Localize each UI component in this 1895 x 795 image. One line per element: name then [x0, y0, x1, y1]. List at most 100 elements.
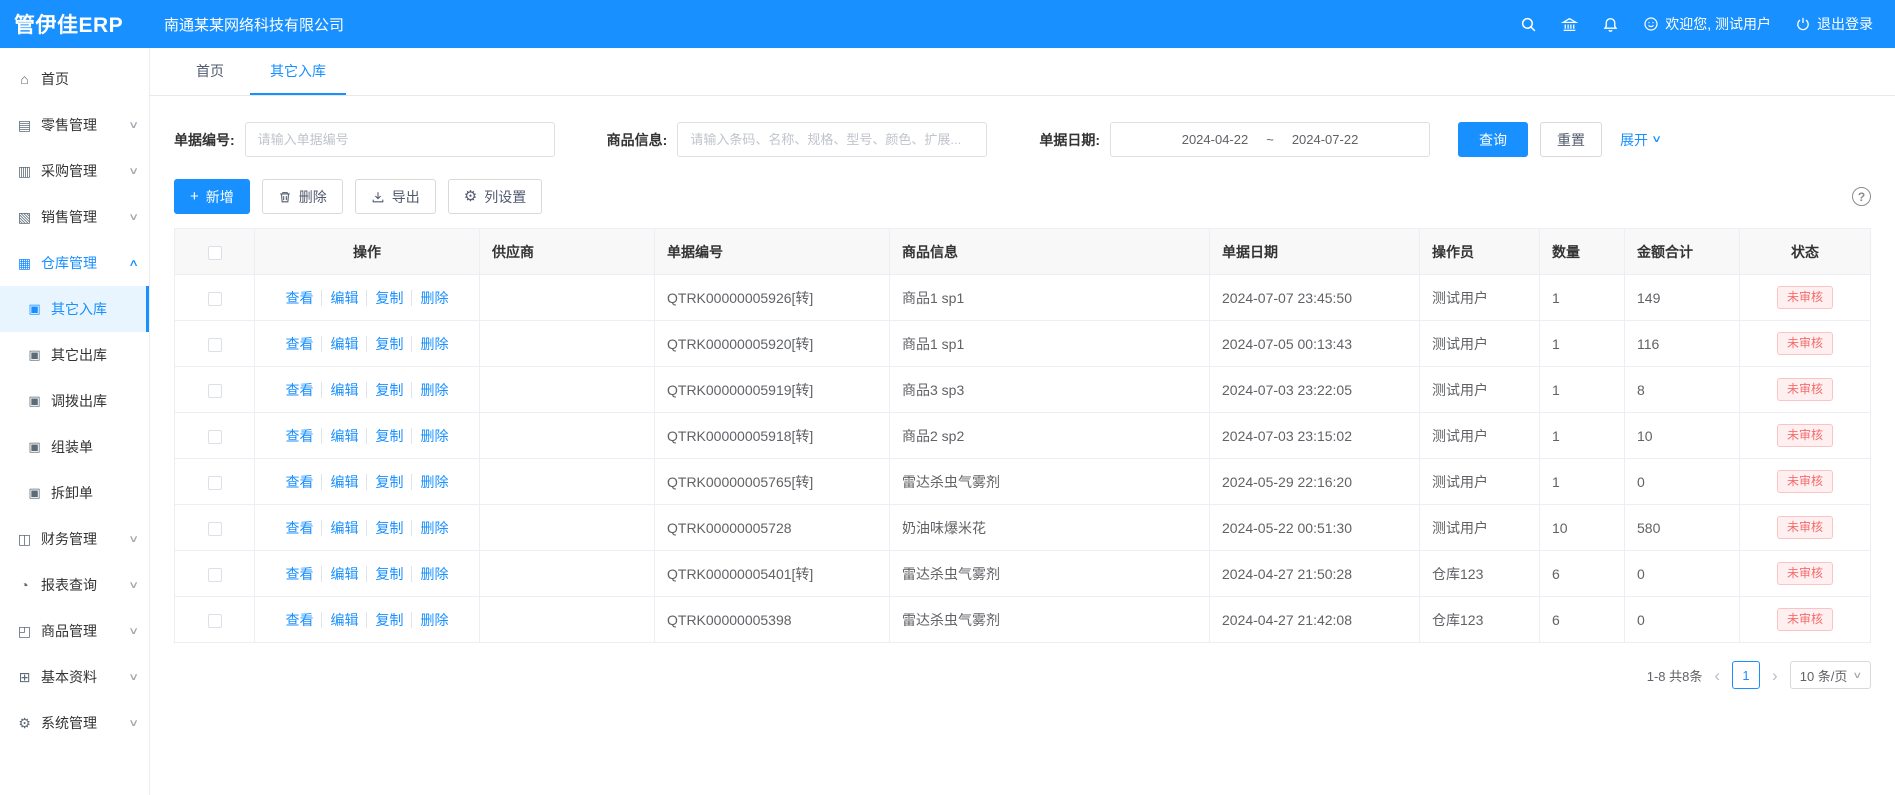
tab-home[interactable]: 首页 — [176, 48, 244, 95]
action-view[interactable]: 查看 — [286, 474, 314, 490]
sidebar-subitem-other-inbound[interactable]: ▣ 其它入库 — [0, 286, 149, 332]
chevron-down-icon: ∨ — [128, 718, 139, 729]
action-edit[interactable]: 编辑 — [321, 336, 359, 352]
gear-icon: ⚙ — [16, 715, 33, 732]
row-checkbox[interactable] — [208, 614, 222, 628]
sidebar-item-reports[interactable]: ◔ 报表查询 ∨ — [0, 562, 149, 608]
sidebar-item-purchase[interactable]: ▥ 采购管理 ∨ — [0, 148, 149, 194]
order-no-input[interactable] — [245, 122, 555, 157]
row-actions-cell: 查看编辑复制删除 — [255, 597, 480, 643]
document-icon: ▣ — [26, 439, 43, 455]
filter-product-info: 商品信息: — [607, 122, 988, 157]
cell-product: 商品1 sp1 — [890, 275, 1210, 321]
action-view[interactable]: 查看 — [286, 566, 314, 582]
action-copy[interactable]: 复制 — [366, 428, 404, 444]
search-icon[interactable] — [1520, 16, 1537, 33]
action-copy[interactable]: 复制 — [366, 474, 404, 490]
tab-other-inbound[interactable]: 其它入库 — [250, 48, 346, 95]
sidebar-subitem-disassembly-order[interactable]: ▣ 拆卸单 — [0, 470, 149, 516]
sidebar-subitem-transfer-outbound[interactable]: ▣ 调拨出库 — [0, 378, 149, 424]
action-edit[interactable]: 编辑 — [321, 290, 359, 306]
cell-operator: 测试用户 — [1420, 459, 1540, 505]
cell-status: 未审核 — [1740, 413, 1871, 459]
row-checkbox[interactable] — [208, 568, 222, 582]
row-checkbox[interactable] — [208, 522, 222, 536]
row-checkbox[interactable] — [208, 384, 222, 398]
sidebar-subitem-other-outbound[interactable]: ▣ 其它出库 — [0, 332, 149, 378]
action-delete[interactable]: 删除 — [411, 290, 449, 306]
next-page-icon[interactable]: › — [1770, 667, 1780, 684]
action-view[interactable]: 查看 — [286, 520, 314, 536]
column-settings-button[interactable]: ⚙ 列设置 — [448, 179, 542, 214]
row-checkbox[interactable] — [208, 338, 222, 352]
sidebar-item-home[interactable]: ⌂ 首页 — [0, 56, 149, 102]
table-toolbar: + 新增 删除 导出 — [150, 167, 1895, 228]
document-icon: ▣ — [26, 301, 43, 317]
sidebar-item-goods[interactable]: ◰ 商品管理 ∨ — [0, 608, 149, 654]
cell-status: 未审核 — [1740, 321, 1871, 367]
action-edit[interactable]: 编辑 — [321, 612, 359, 628]
expand-toggle[interactable]: 展开 ∨ — [1620, 130, 1660, 150]
trash-icon — [278, 190, 292, 204]
delete-button[interactable]: 删除 — [262, 179, 343, 214]
prev-page-icon[interactable]: ‹ — [1712, 667, 1722, 684]
action-delete[interactable]: 删除 — [411, 382, 449, 398]
bank-icon[interactable] — [1561, 16, 1578, 33]
action-delete[interactable]: 删除 — [411, 474, 449, 490]
logout-button[interactable]: 退出登录 — [1795, 14, 1873, 34]
reset-button[interactable]: 重置 — [1540, 122, 1602, 157]
row-checkbox[interactable] — [208, 430, 222, 444]
cell-operator: 测试用户 — [1420, 367, 1540, 413]
action-edit[interactable]: 编辑 — [321, 520, 359, 536]
action-delete[interactable]: 删除 — [411, 336, 449, 352]
cell-supplier — [480, 321, 655, 367]
action-copy[interactable]: 复制 — [366, 520, 404, 536]
action-view[interactable]: 查看 — [286, 336, 314, 352]
sidebar-item-label: 其它入库 — [51, 299, 136, 319]
product-info-input[interactable] — [677, 122, 987, 157]
action-delete[interactable]: 删除 — [411, 428, 449, 444]
date-range-picker[interactable]: 2024-04-22 ~ 2024-07-22 — [1110, 122, 1430, 157]
action-view[interactable]: 查看 — [286, 428, 314, 444]
search-button[interactable]: 查询 — [1458, 122, 1528, 157]
sidebar-item-label: 仓库管理 — [41, 253, 130, 273]
chevron-down-icon: ∨ — [1853, 670, 1863, 681]
welcome-user[interactable]: 欢迎您, 测试用户 — [1643, 14, 1771, 34]
action-edit[interactable]: 编辑 — [321, 474, 359, 490]
action-delete[interactable]: 删除 — [411, 520, 449, 536]
status-badge: 未审核 — [1777, 424, 1833, 447]
page-number-1[interactable]: 1 — [1732, 661, 1760, 689]
action-copy[interactable]: 复制 — [366, 382, 404, 398]
row-checkbox[interactable] — [208, 292, 222, 306]
action-view[interactable]: 查看 — [286, 382, 314, 398]
action-edit[interactable]: 编辑 — [321, 382, 359, 398]
action-delete[interactable]: 删除 — [411, 566, 449, 582]
action-edit[interactable]: 编辑 — [321, 428, 359, 444]
action-delete[interactable]: 删除 — [411, 612, 449, 628]
add-button[interactable]: + 新增 — [174, 179, 250, 214]
export-button[interactable]: 导出 — [355, 179, 436, 214]
sidebar-subitem-assembly-order[interactable]: ▣ 组装单 — [0, 424, 149, 470]
page-size-select[interactable]: 10 条/页 ∨ — [1790, 661, 1871, 689]
help-icon[interactable]: ? — [1852, 187, 1871, 206]
action-view[interactable]: 查看 — [286, 612, 314, 628]
sidebar-item-basic-data[interactable]: ⊞ 基本资料 ∨ — [0, 654, 149, 700]
action-edit[interactable]: 编辑 — [321, 566, 359, 582]
action-copy[interactable]: 复制 — [366, 612, 404, 628]
status-badge: 未审核 — [1777, 516, 1833, 539]
action-copy[interactable]: 复制 — [366, 336, 404, 352]
row-checkbox[interactable] — [208, 476, 222, 490]
action-copy[interactable]: 复制 — [366, 566, 404, 582]
row-checkbox-cell — [175, 459, 255, 505]
select-all-cell — [175, 229, 255, 275]
action-view[interactable]: 查看 — [286, 290, 314, 306]
sidebar-item-sales[interactable]: ▧ 销售管理 ∨ — [0, 194, 149, 240]
action-copy[interactable]: 复制 — [366, 290, 404, 306]
sidebar-item-finance[interactable]: ◫ 财务管理 ∨ — [0, 516, 149, 562]
select-all-checkbox[interactable] — [208, 246, 222, 260]
sidebar-item-retail[interactable]: ▤ 零售管理 ∨ — [0, 102, 149, 148]
sidebar-item-system[interactable]: ⚙ 系统管理 ∨ — [0, 700, 149, 746]
bell-icon[interactable] — [1602, 16, 1619, 33]
sidebar-item-warehouse[interactable]: ▦ 仓库管理 ∧ — [0, 240, 149, 286]
cell-operator: 仓库123 — [1420, 551, 1540, 597]
